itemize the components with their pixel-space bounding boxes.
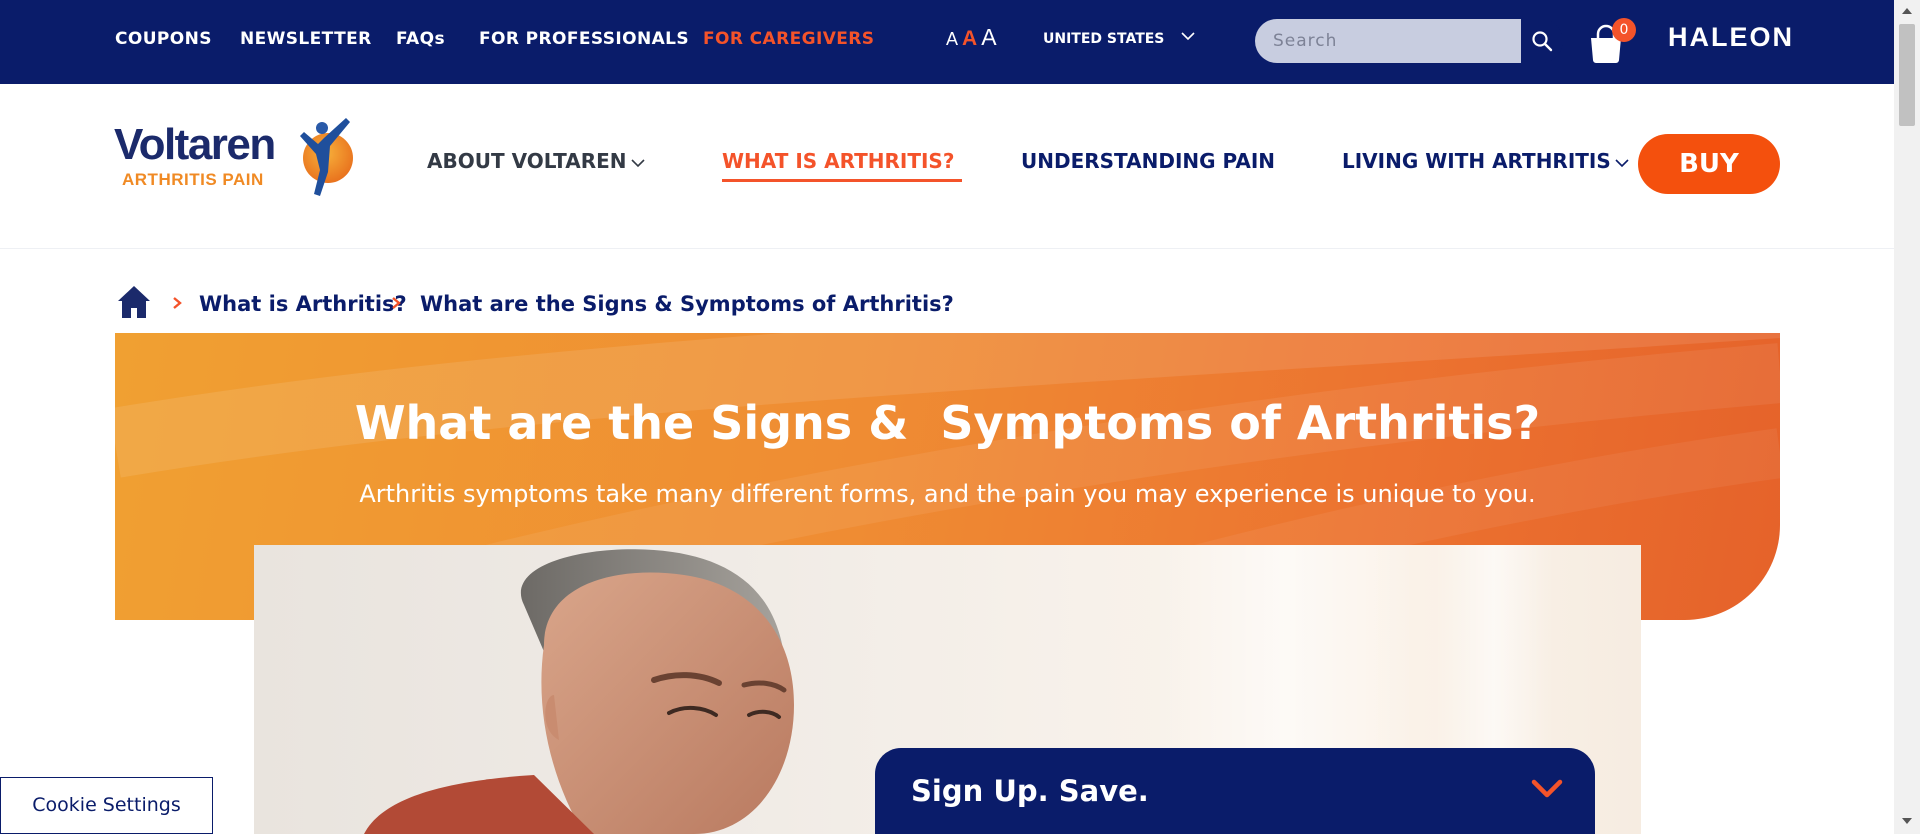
signup-panel[interactable]: Sign Up. Save. [875,748,1595,834]
font-size-medium-button[interactable]: A [962,27,977,51]
search-input[interactable] [1255,19,1521,63]
cookie-settings-button[interactable]: Cookie Settings [0,777,213,834]
chevron-right-icon [392,297,401,309]
scrollbar-thumb[interactable] [1899,24,1915,126]
search-icon [1532,31,1553,52]
haleon-logo[interactable]: HALEON [1668,22,1794,53]
buy-button[interactable]: BUY [1638,134,1780,194]
logo-subtitle: ARTHRITIS PAIN [122,170,264,189]
page-subtitle: Arthritis symptoms take many different f… [359,480,1536,508]
chevron-down-icon[interactable] [1180,30,1196,42]
for-professionals-link[interactable]: FOR PROFESSIONALS [479,29,689,49]
newsletter-link[interactable]: NEWSLETTER [240,29,372,49]
home-icon[interactable] [116,284,152,320]
country-selector[interactable]: UNITED STATES [1043,31,1164,47]
main-navigation: Voltaren ARTHRITIS PAIN ABOUT VOLTAREN W… [0,84,1894,249]
page-title: What are the Signs & Symptoms of Arthrit… [354,396,1541,450]
breadcrumb-what-is-arthritis[interactable]: What is Arthritis? [199,292,407,316]
nav-what-is-arthritis-label: WHAT IS ARTHRITIS? [722,149,955,173]
voltaren-logo[interactable]: Voltaren ARTHRITIS PAIN [114,118,359,204]
nav-what-is-arthritis[interactable]: WHAT IS ARTHRITIS? [722,149,963,182]
utility-bar: COUPONS NEWSLETTER FAQs FOR PROFESSIONAL… [0,0,1894,84]
search-button[interactable] [1521,19,1563,63]
chevron-right-icon [173,297,182,309]
nav-understanding-pain-label: UNDERSTANDING PAIN [1021,149,1275,173]
scroll-down-arrow[interactable] [1902,818,1912,824]
vertical-scrollbar[interactable] [1894,0,1920,834]
faqs-link[interactable]: FAQs [396,29,445,49]
nav-about-voltaren[interactable]: ABOUT VOLTAREN [427,149,645,173]
nav-understanding-pain[interactable]: UNDERSTANDING PAIN [1021,149,1275,173]
nav-living-with-arthritis-label: LIVING WITH ARTHRITIS [1342,149,1611,173]
signup-title: Sign Up. Save. [911,774,1149,808]
chevron-down-icon[interactable] [1531,778,1563,800]
nav-living-with-arthritis[interactable]: LIVING WITH ARTHRITIS [1342,149,1629,173]
font-size-large-button[interactable]: A [981,24,996,51]
chevron-down-icon [630,158,645,167]
scroll-up-arrow[interactable] [1902,8,1912,14]
breadcrumb-current-page: What are the Signs & Symptoms of Arthrit… [420,292,954,316]
chevron-down-icon [1615,158,1629,167]
for-caregivers-link[interactable]: FOR CAREGIVERS [703,29,874,49]
cart-count-badge: 0 [1612,18,1636,42]
nav-about-voltaren-label: ABOUT VOLTAREN [427,149,627,173]
coupons-link[interactable]: COUPONS [115,29,212,49]
font-size-selector: AAA [946,24,1001,51]
jumping-figure-icon [300,118,353,196]
logo-wordmark: Voltaren [114,120,276,169]
font-size-small-button[interactable]: A [946,29,958,50]
active-nav-underline [722,179,963,182]
